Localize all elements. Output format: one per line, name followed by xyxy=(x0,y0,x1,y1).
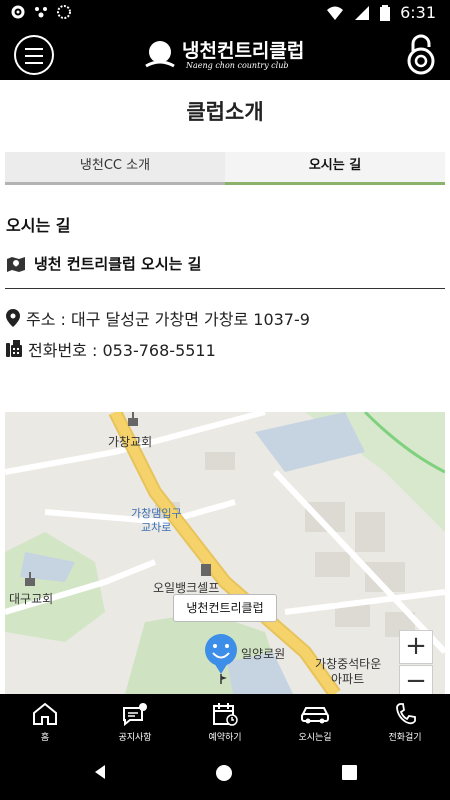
phone-text: 전화번호 : 053-768-5511 xyxy=(28,341,216,360)
wifi-icon xyxy=(327,6,344,20)
map-label: 오일뱅크셀프 xyxy=(153,581,219,595)
zoom-in-button[interactable]: + xyxy=(399,630,433,664)
phone-icon xyxy=(396,703,416,725)
location-pin-icon xyxy=(6,309,20,327)
tab-bar: 냉천CC 소개 오시는 길 xyxy=(5,152,445,185)
nav-label: 예약하기 xyxy=(208,733,242,743)
map-canvas: 가창교회 가창댐입구 교차로 오일뱅크셀프 대구교회 일양로원 가창중석타운 아… xyxy=(5,412,445,694)
map-label: 일양로원 xyxy=(241,647,285,661)
cell-signal-icon xyxy=(355,5,370,20)
home-circle-icon[interactable] xyxy=(215,764,233,782)
recents-icon[interactable] xyxy=(342,765,357,780)
zoom-out-button[interactable]: − xyxy=(399,665,433,694)
nav-directions[interactable]: 오시는길 xyxy=(270,694,360,744)
map-label: 교차로 xyxy=(141,521,171,534)
lock-button[interactable] xyxy=(404,33,438,75)
directions-subheading: 냉천 컨트리클럽 오시는 길 xyxy=(6,253,201,274)
golf-ball-logo-icon xyxy=(145,41,175,68)
map-label: 아파트 xyxy=(331,672,364,686)
map-label: 대구교회 xyxy=(9,592,53,606)
map-label: 가창교회 xyxy=(108,435,152,449)
status-time: 6:31 xyxy=(400,3,436,22)
divider xyxy=(5,288,445,289)
fax-phone-icon xyxy=(6,340,22,357)
gas-station-icon xyxy=(201,564,211,576)
subheading-text: 냉천 컨트리클럽 오시는 길 xyxy=(34,255,202,273)
address-text: 주소 : 대구 달성군 가창면 가창로 1037-9 xyxy=(26,310,310,329)
signal-dots-icon xyxy=(35,7,47,18)
nav-reservation[interactable]: 예약하기 xyxy=(180,694,270,744)
lock-icon xyxy=(407,34,435,75)
address-row: 주소 : 대구 달성군 가창면 가창로 1037-9 xyxy=(6,306,310,330)
nav-label: 오시는길 xyxy=(298,733,332,743)
nav-notice[interactable]: 공지사항 xyxy=(90,694,180,744)
club-logo: 냉천컨트리클럽 Naeng chon country club xyxy=(142,34,322,76)
map-icon xyxy=(7,256,25,272)
page-title: 클럽소개 xyxy=(186,100,264,124)
settings-icon xyxy=(11,5,25,19)
tab-directions[interactable]: 오시는 길 xyxy=(225,152,445,185)
nav-home[interactable]: 홈 xyxy=(0,694,90,744)
nav-label: 전화걸기 xyxy=(388,733,422,743)
notice-icon xyxy=(123,703,147,726)
phone-row: 전화번호 : 053-768-5511 xyxy=(6,337,216,361)
menu-button[interactable] xyxy=(14,35,54,75)
calendar-icon xyxy=(213,703,238,726)
logo-title: 냉천컨트리클럽 xyxy=(182,40,305,62)
map-label: 가창중석타운 xyxy=(315,657,381,671)
section-heading: 오시는 길 xyxy=(6,216,71,235)
logo-subtitle: Naeng chon country club xyxy=(186,61,289,70)
map-label: 가창댐입구 xyxy=(131,507,182,520)
sync-icon xyxy=(57,5,71,19)
bottom-navigation: 홈 공지사항 예약하기 오시는길 전화걸기 xyxy=(0,694,450,744)
home-icon xyxy=(33,702,57,725)
battery-icon xyxy=(380,4,391,21)
app-header: 냉천컨트리클럽 Naeng chon country club xyxy=(0,28,450,80)
status-bar: 6:31 xyxy=(0,0,450,28)
nav-label: 홈 xyxy=(40,733,50,743)
car-icon xyxy=(301,707,329,724)
back-icon[interactable] xyxy=(92,764,108,780)
location-map[interactable]: 가창교회 가창댐입구 교차로 오일뱅크셀프 대구교회 일양로원 가창중석타운 아… xyxy=(5,412,445,694)
nav-call[interactable]: 전화걸기 xyxy=(360,694,450,744)
tab-club-intro[interactable]: 냉천CC 소개 xyxy=(5,152,225,185)
nav-label: 공지사항 xyxy=(118,733,152,743)
system-navigation xyxy=(0,744,450,800)
map-callout[interactable]: 냉천컨트리클럽 xyxy=(173,594,277,622)
